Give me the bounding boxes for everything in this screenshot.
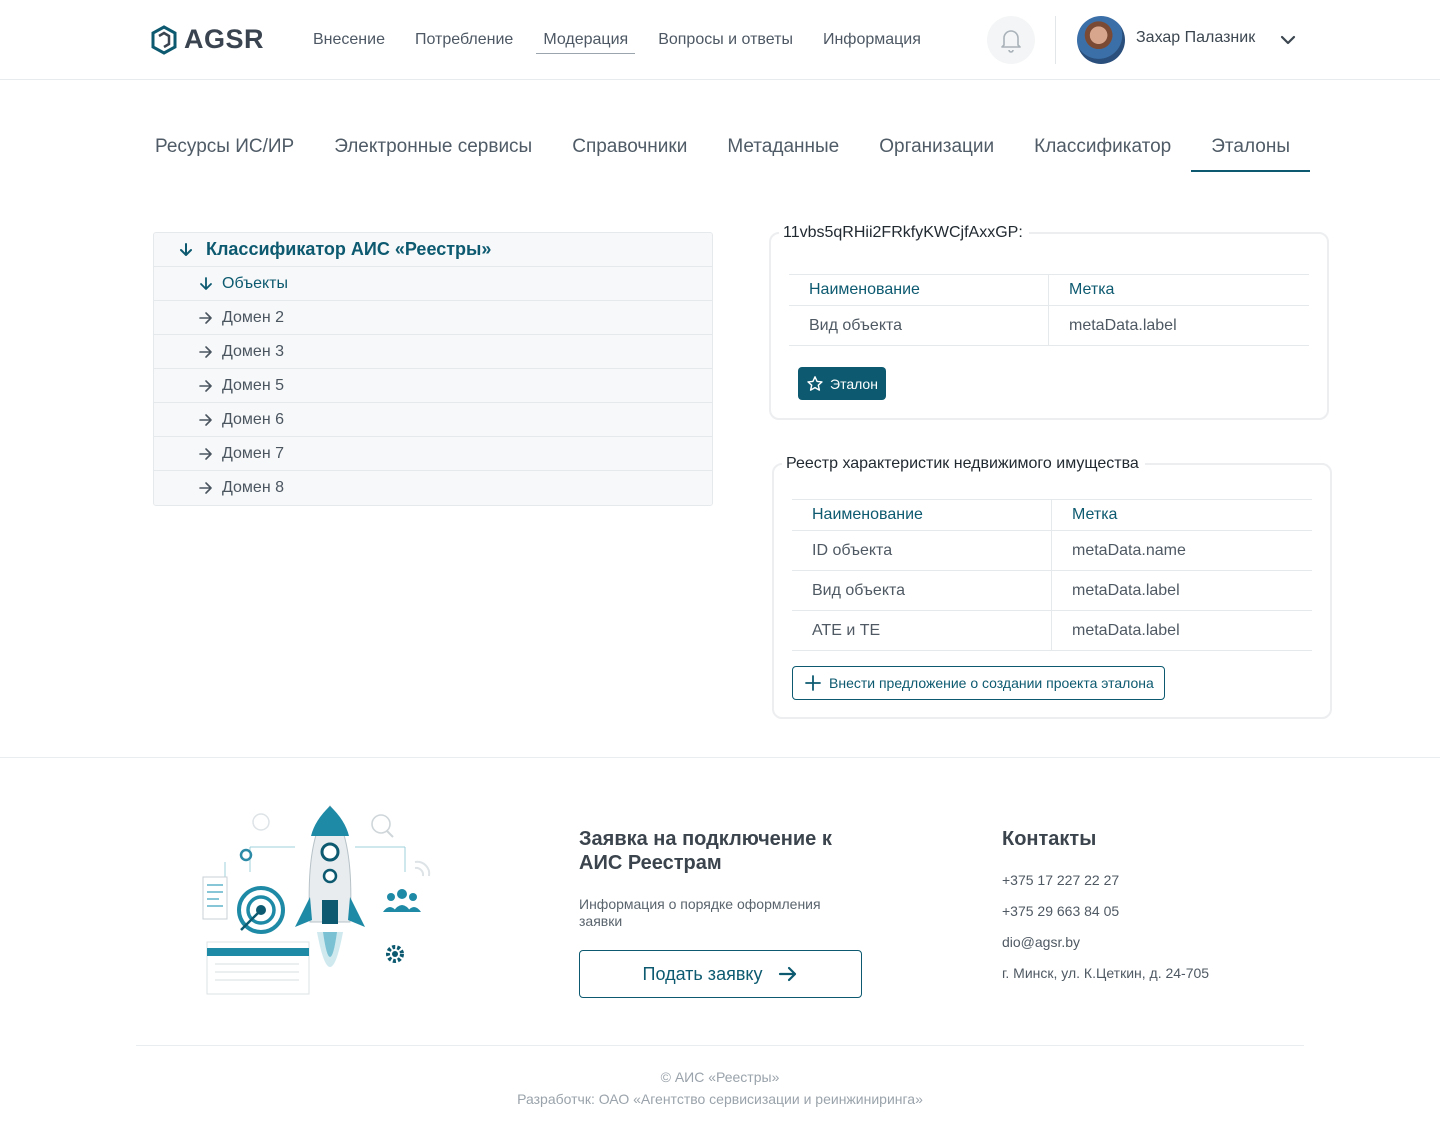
plus-icon — [805, 675, 821, 691]
table-row: Вид объекта metaData.label — [789, 306, 1309, 346]
table-header-row: Наименование Метка — [789, 274, 1309, 306]
etalon-card-title: 11vbs5qRHii2FRkfyKWCjfAxxGP: — [779, 224, 1029, 242]
column-header-name: Наименование — [789, 275, 1049, 305]
table-cell: Вид объекта — [792, 571, 1052, 610]
column-header-label: Метка — [1069, 281, 1115, 298]
table-row: ID объекта metaData.name — [792, 531, 1312, 571]
submit-request-label: Подать заявку — [642, 963, 763, 984]
request-info-link[interactable]: Информация о порядке оформления заявки — [579, 896, 849, 930]
tree-item-domain[interactable]: Домен 6 — [154, 403, 712, 437]
developer-credit: Разработчк: ОАО «Агентство сервисизации … — [517, 1091, 923, 1107]
column-header-label: Метка — [1072, 506, 1118, 523]
registry-card-title: Реестр характеристик недвижимого имущест… — [782, 455, 1145, 473]
bell-icon — [1001, 30, 1021, 53]
etalon-button[interactable]: Эталон — [798, 367, 886, 400]
table-cell: metaData.label — [1069, 316, 1177, 334]
logo-icon — [151, 24, 177, 55]
submit-request-button[interactable]: Подать заявку — [579, 950, 862, 998]
tree-item-domain[interactable]: Домен 8 — [154, 471, 712, 505]
tab-etalony[interactable]: Эталоны — [1191, 128, 1310, 172]
arrow-right-icon — [198, 378, 218, 394]
footer-divider — [0, 757, 1440, 758]
tab-elektronnye-servisy[interactable]: Электронные сервисы — [314, 128, 552, 172]
etalon-table: Наименование Метка Вид объекта metaData.… — [789, 274, 1309, 346]
etalon-card: 11vbs5qRHii2FRkfyKWCjfAxxGP: Наименовани… — [769, 224, 1329, 420]
tab-organizatsii[interactable]: Организации — [859, 128, 1014, 172]
tree-item-domain[interactable]: Домен 2 — [154, 301, 712, 335]
nav-item-informatsiya[interactable]: Информация — [808, 28, 936, 54]
tab-metadannye[interactable]: Метаданные — [707, 128, 859, 172]
table-header-row: Наименование Метка — [792, 499, 1312, 531]
contact-phone-2[interactable]: +375 29 663 84 05 — [1002, 903, 1119, 919]
table-cell: АТЕ и ТЕ — [792, 611, 1052, 650]
tree-item-objects[interactable]: Объекты — [154, 267, 712, 301]
table-row: АТЕ и ТЕ metaData.label — [792, 611, 1312, 651]
header-divider — [1055, 16, 1056, 64]
main-nav: Внесение Потребление Модерация Вопросы и… — [298, 28, 936, 54]
tree-item-label: Домен 6 — [222, 410, 284, 428]
propose-etalon-button-label: Внести предложение о создании проекта эт… — [829, 675, 1154, 691]
table-cell: metaData.label — [1072, 581, 1180, 599]
nav-item-vnesenie[interactable]: Внесение — [298, 28, 400, 54]
copyright: © АИС «Реестры» — [660, 1069, 780, 1085]
arrow-right-icon — [198, 310, 218, 326]
user-name[interactable]: Захар Палазник — [1136, 29, 1255, 47]
arrow-right-icon — [198, 480, 218, 496]
tree-item-label: Объекты — [222, 274, 288, 292]
table-cell: metaData.name — [1072, 541, 1186, 559]
arrow-down-icon — [198, 276, 218, 292]
arrow-right-icon — [198, 412, 218, 428]
arrow-right-icon — [198, 344, 218, 360]
contact-address: г. Минск, ул. К.Цеткин, д. 24-705 — [1002, 965, 1210, 981]
contact-email[interactable]: dio@agsr.by — [1002, 934, 1080, 950]
chevron-down-icon[interactable] — [1278, 30, 1298, 50]
arrow-down-icon — [178, 242, 198, 258]
registry-table: Наименование Метка ID объекта metaData.n… — [792, 499, 1312, 651]
tree-item-label: Домен 8 — [222, 479, 284, 496]
table-cell: ID объекта — [792, 531, 1052, 570]
nav-item-moderatsiya[interactable]: Модерация — [536, 28, 636, 54]
propose-etalon-button[interactable]: Внести предложение о создании проекта эт… — [792, 666, 1165, 700]
tree-item-label: Домен 3 — [222, 342, 284, 360]
tab-klassifikator[interactable]: Классификатор — [1014, 128, 1191, 172]
nav-item-potreblenie[interactable]: Потребление — [400, 28, 528, 54]
contact-phone-1[interactable]: +375 17 227 22 27 — [1002, 872, 1119, 888]
registry-card: Реестр характеристик недвижимого имущест… — [772, 455, 1332, 719]
tree-item-domain[interactable]: Домен 5 — [154, 369, 712, 403]
tree-item-domain[interactable]: Домен 7 — [154, 437, 712, 471]
request-title: Заявка на подключение к АИС Реестрам — [579, 828, 832, 874]
nav-item-faq[interactable]: Вопросы и ответы — [643, 28, 808, 54]
tree-root-label: Классификатор АИС «Реестры» — [206, 239, 492, 259]
tree-item-domain[interactable]: Домен 3 — [154, 335, 712, 369]
arrow-right-icon — [779, 966, 797, 982]
star-icon — [807, 375, 823, 391]
table-row: Вид объекта metaData.label — [792, 571, 1312, 611]
column-header-name: Наименование — [792, 500, 1052, 530]
section-tabs: Ресурсы ИС/ИР Электронные сервисы Справо… — [135, 128, 1310, 172]
tree-root[interactable]: Классификатор АИС «Реестры» — [154, 233, 712, 267]
logo-text: AGSR — [184, 24, 265, 54]
arrow-right-icon — [198, 446, 218, 462]
contacts-title: Контакты — [1002, 828, 1097, 850]
classifier-tree: Классификатор АИС «Реестры» Объекты Доме… — [153, 232, 713, 506]
table-cell: Вид объекта — [789, 306, 1049, 345]
tab-resursy[interactable]: Ресурсы ИС/ИР — [135, 128, 314, 172]
tree-item-label: Домен 5 — [222, 376, 284, 394]
table-cell: metaData.label — [1072, 621, 1180, 639]
etalon-button-label: Эталон — [830, 375, 878, 392]
tree-item-label: Домен 7 — [222, 444, 284, 462]
rocket-illustration — [202, 805, 431, 995]
avatar[interactable] — [1077, 16, 1125, 64]
tree-item-label: Домен 2 — [222, 308, 284, 326]
top-header: AGSR Внесение Потребление Модерация Вопр… — [0, 0, 1440, 80]
logo[interactable]: AGSR — [150, 24, 264, 55]
bottom-divider — [136, 1045, 1304, 1046]
notifications-button[interactable] — [987, 16, 1035, 64]
tab-spravochniki[interactable]: Справочники — [552, 128, 707, 172]
